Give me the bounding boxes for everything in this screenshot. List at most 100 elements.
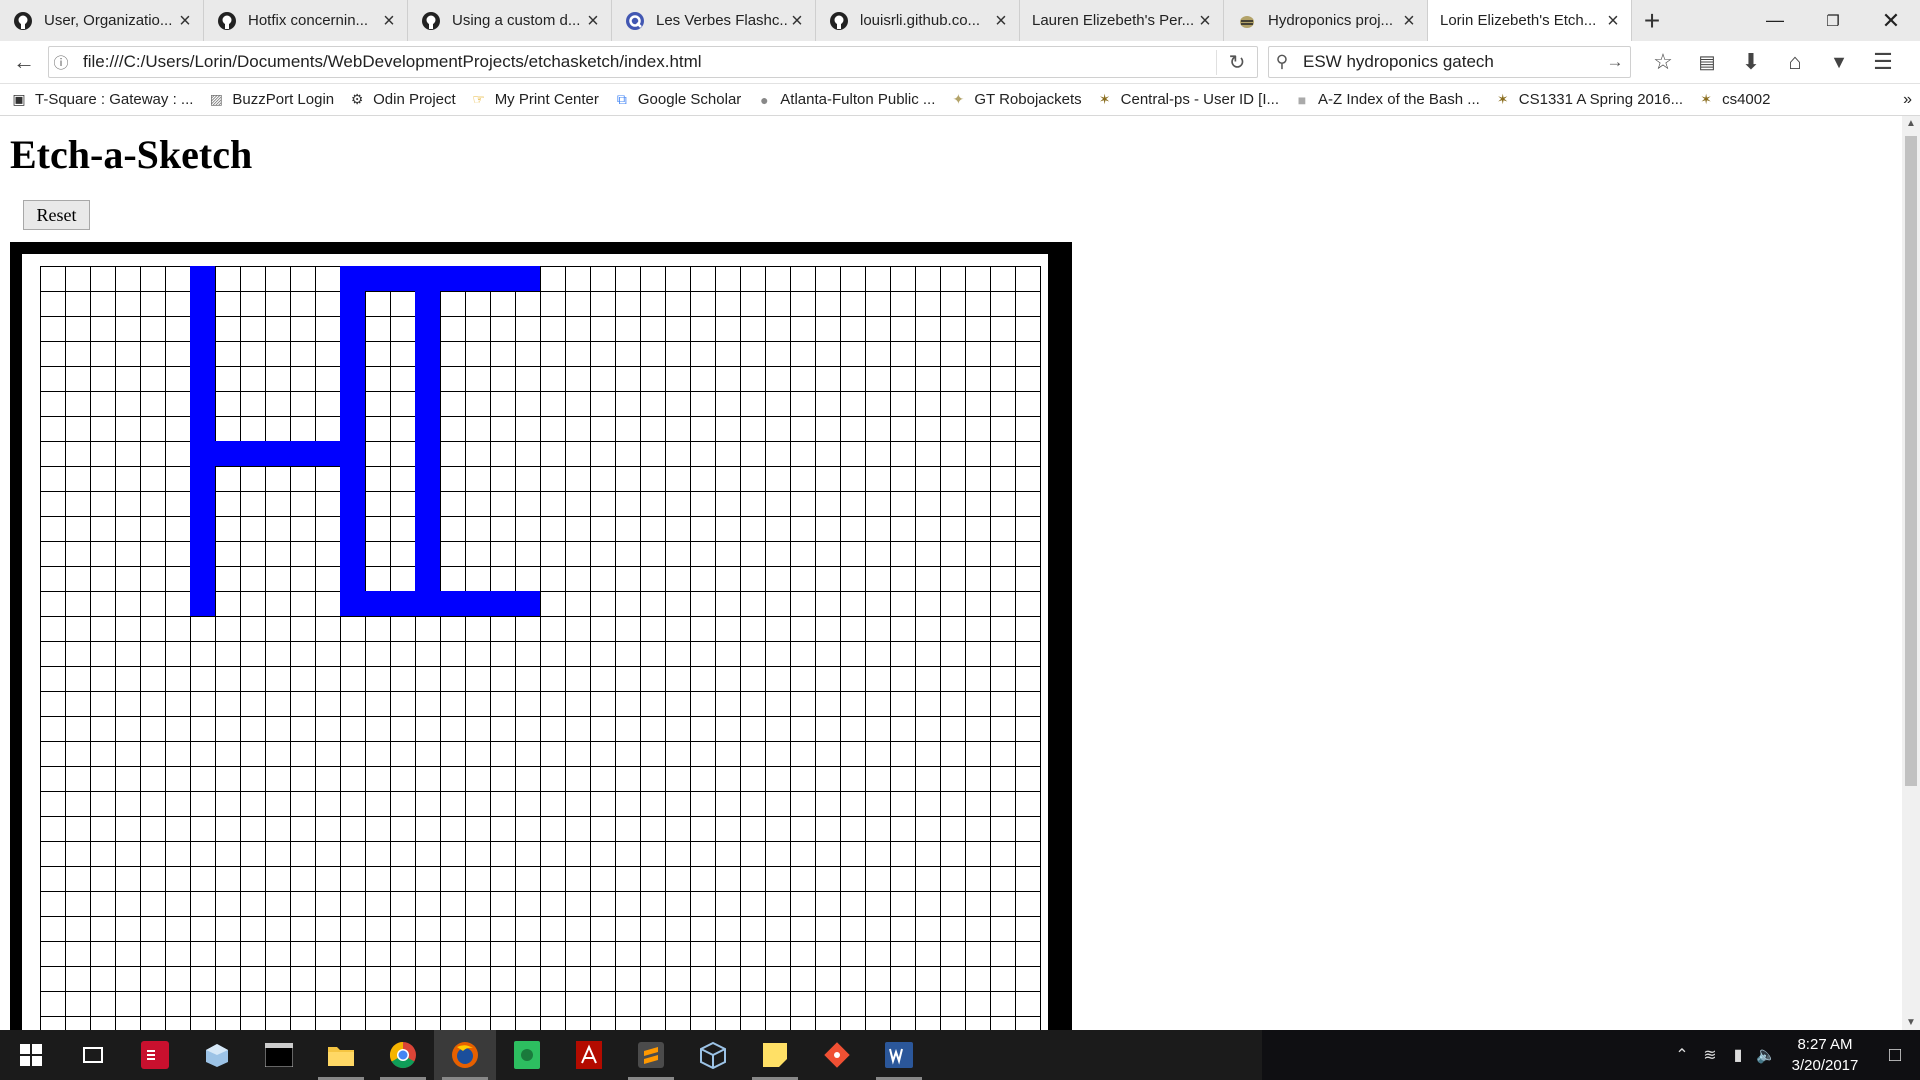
grid-cell[interactable] [565, 516, 590, 541]
grid-cell[interactable] [65, 741, 90, 766]
grid-cell[interactable] [265, 616, 290, 641]
grid-cell[interactable] [190, 366, 215, 391]
grid-cell[interactable] [490, 716, 515, 741]
grid-cell[interactable] [965, 341, 990, 366]
bookmark-item[interactable]: ✶ CS1331 A Spring 2016... [1494, 91, 1683, 109]
bookmark-item[interactable]: ☞ My Print Center [470, 91, 598, 109]
taskbar-word[interactable] [868, 1030, 930, 1080]
grid-cell[interactable] [915, 641, 940, 666]
grid-cell[interactable] [65, 466, 90, 491]
grid-cell[interactable] [1015, 491, 1040, 516]
grid-cell[interactable] [490, 341, 515, 366]
grid-cell[interactable] [465, 416, 490, 441]
grid-cell[interactable] [440, 841, 465, 866]
grid-cell[interactable] [740, 266, 765, 291]
grid-cell[interactable] [40, 791, 65, 816]
grid-cell[interactable] [665, 666, 690, 691]
tab-5[interactable]: Lauren Elizebeth's Per... × [1020, 0, 1224, 41]
grid-cell[interactable] [890, 391, 915, 416]
grid-cell[interactable] [815, 691, 840, 716]
grid-cell[interactable] [865, 641, 890, 666]
grid-cell[interactable] [40, 841, 65, 866]
grid-cell[interactable] [540, 941, 565, 966]
grid-cell[interactable] [840, 516, 865, 541]
grid-cell[interactable] [140, 991, 165, 1016]
grid-cell[interactable] [290, 866, 315, 891]
grid-cell[interactable] [1015, 1016, 1040, 1030]
grid-cell[interactable] [740, 366, 765, 391]
grid-cell[interactable] [940, 291, 965, 316]
grid-cell[interactable] [715, 791, 740, 816]
grid-cell[interactable] [490, 791, 515, 816]
grid-cell[interactable] [40, 416, 65, 441]
grid-cell[interactable] [340, 316, 365, 341]
grid-cell[interactable] [340, 966, 365, 991]
grid-cell[interactable] [65, 641, 90, 666]
grid-cell[interactable] [590, 666, 615, 691]
grid-cell[interactable] [115, 691, 140, 716]
grid-cell[interactable] [790, 316, 815, 341]
grid-cell[interactable] [640, 491, 665, 516]
task-view-button[interactable] [62, 1030, 124, 1080]
grid-cell[interactable] [315, 866, 340, 891]
grid-cell[interactable] [865, 891, 890, 916]
grid-cell[interactable] [915, 766, 940, 791]
grid-cell[interactable] [365, 741, 390, 766]
grid-cell[interactable] [915, 316, 940, 341]
grid-cell[interactable] [190, 816, 215, 841]
grid-cell[interactable] [990, 666, 1015, 691]
grid-cell[interactable] [565, 541, 590, 566]
grid-cell[interactable] [90, 966, 115, 991]
grid-cell[interactable] [890, 291, 915, 316]
grid-cell[interactable] [790, 616, 815, 641]
grid-cell[interactable] [515, 666, 540, 691]
grid-cell[interactable] [665, 941, 690, 966]
grid-cell[interactable] [315, 391, 340, 416]
grid-cell[interactable] [840, 591, 865, 616]
grid-cell[interactable] [815, 391, 840, 416]
grid-cell[interactable] [290, 466, 315, 491]
grid-cell[interactable] [415, 391, 440, 416]
grid-cell[interactable] [990, 916, 1015, 941]
grid-cell[interactable] [540, 816, 565, 841]
grid-cell[interactable] [940, 766, 965, 791]
grid-cell[interactable] [840, 866, 865, 891]
grid-cell[interactable] [815, 341, 840, 366]
grid-cell[interactable] [90, 741, 115, 766]
grid-cell[interactable] [690, 266, 715, 291]
grid-cell[interactable] [340, 816, 365, 841]
grid-cell[interactable] [540, 791, 565, 816]
grid-cell[interactable] [315, 316, 340, 341]
close-tab-icon[interactable]: × [993, 11, 1009, 31]
grid-cell[interactable] [240, 366, 265, 391]
taskbar-evernote[interactable] [496, 1030, 558, 1080]
grid-cell[interactable] [165, 541, 190, 566]
grid-cell[interactable] [915, 466, 940, 491]
grid-cell[interactable] [140, 941, 165, 966]
grid-cell[interactable] [65, 441, 90, 466]
grid-cell[interactable] [765, 391, 790, 416]
grid-cell[interactable] [315, 791, 340, 816]
grid-cell[interactable] [890, 641, 915, 666]
grid-cell[interactable] [565, 741, 590, 766]
grid-cell[interactable] [240, 616, 265, 641]
grid-cell[interactable] [940, 716, 965, 741]
grid-cell[interactable] [940, 741, 965, 766]
grid-cell[interactable] [615, 541, 640, 566]
grid-cell[interactable] [215, 791, 240, 816]
grid-cell[interactable] [990, 741, 1015, 766]
grid-cell[interactable] [490, 916, 515, 941]
grid-cell[interactable] [540, 616, 565, 641]
grid-cell[interactable] [715, 516, 740, 541]
grid-cell[interactable] [990, 416, 1015, 441]
grid-cell[interactable] [665, 566, 690, 591]
grid-cell[interactable] [690, 541, 715, 566]
grid-cell[interactable] [165, 391, 190, 416]
grid-cell[interactable] [65, 566, 90, 591]
grid-cell[interactable] [140, 591, 165, 616]
grid-cell[interactable] [165, 441, 190, 466]
grid-cell[interactable] [315, 541, 340, 566]
grid-cell[interactable] [165, 1016, 190, 1030]
grid-cell[interactable] [40, 916, 65, 941]
grid-cell[interactable] [515, 541, 540, 566]
